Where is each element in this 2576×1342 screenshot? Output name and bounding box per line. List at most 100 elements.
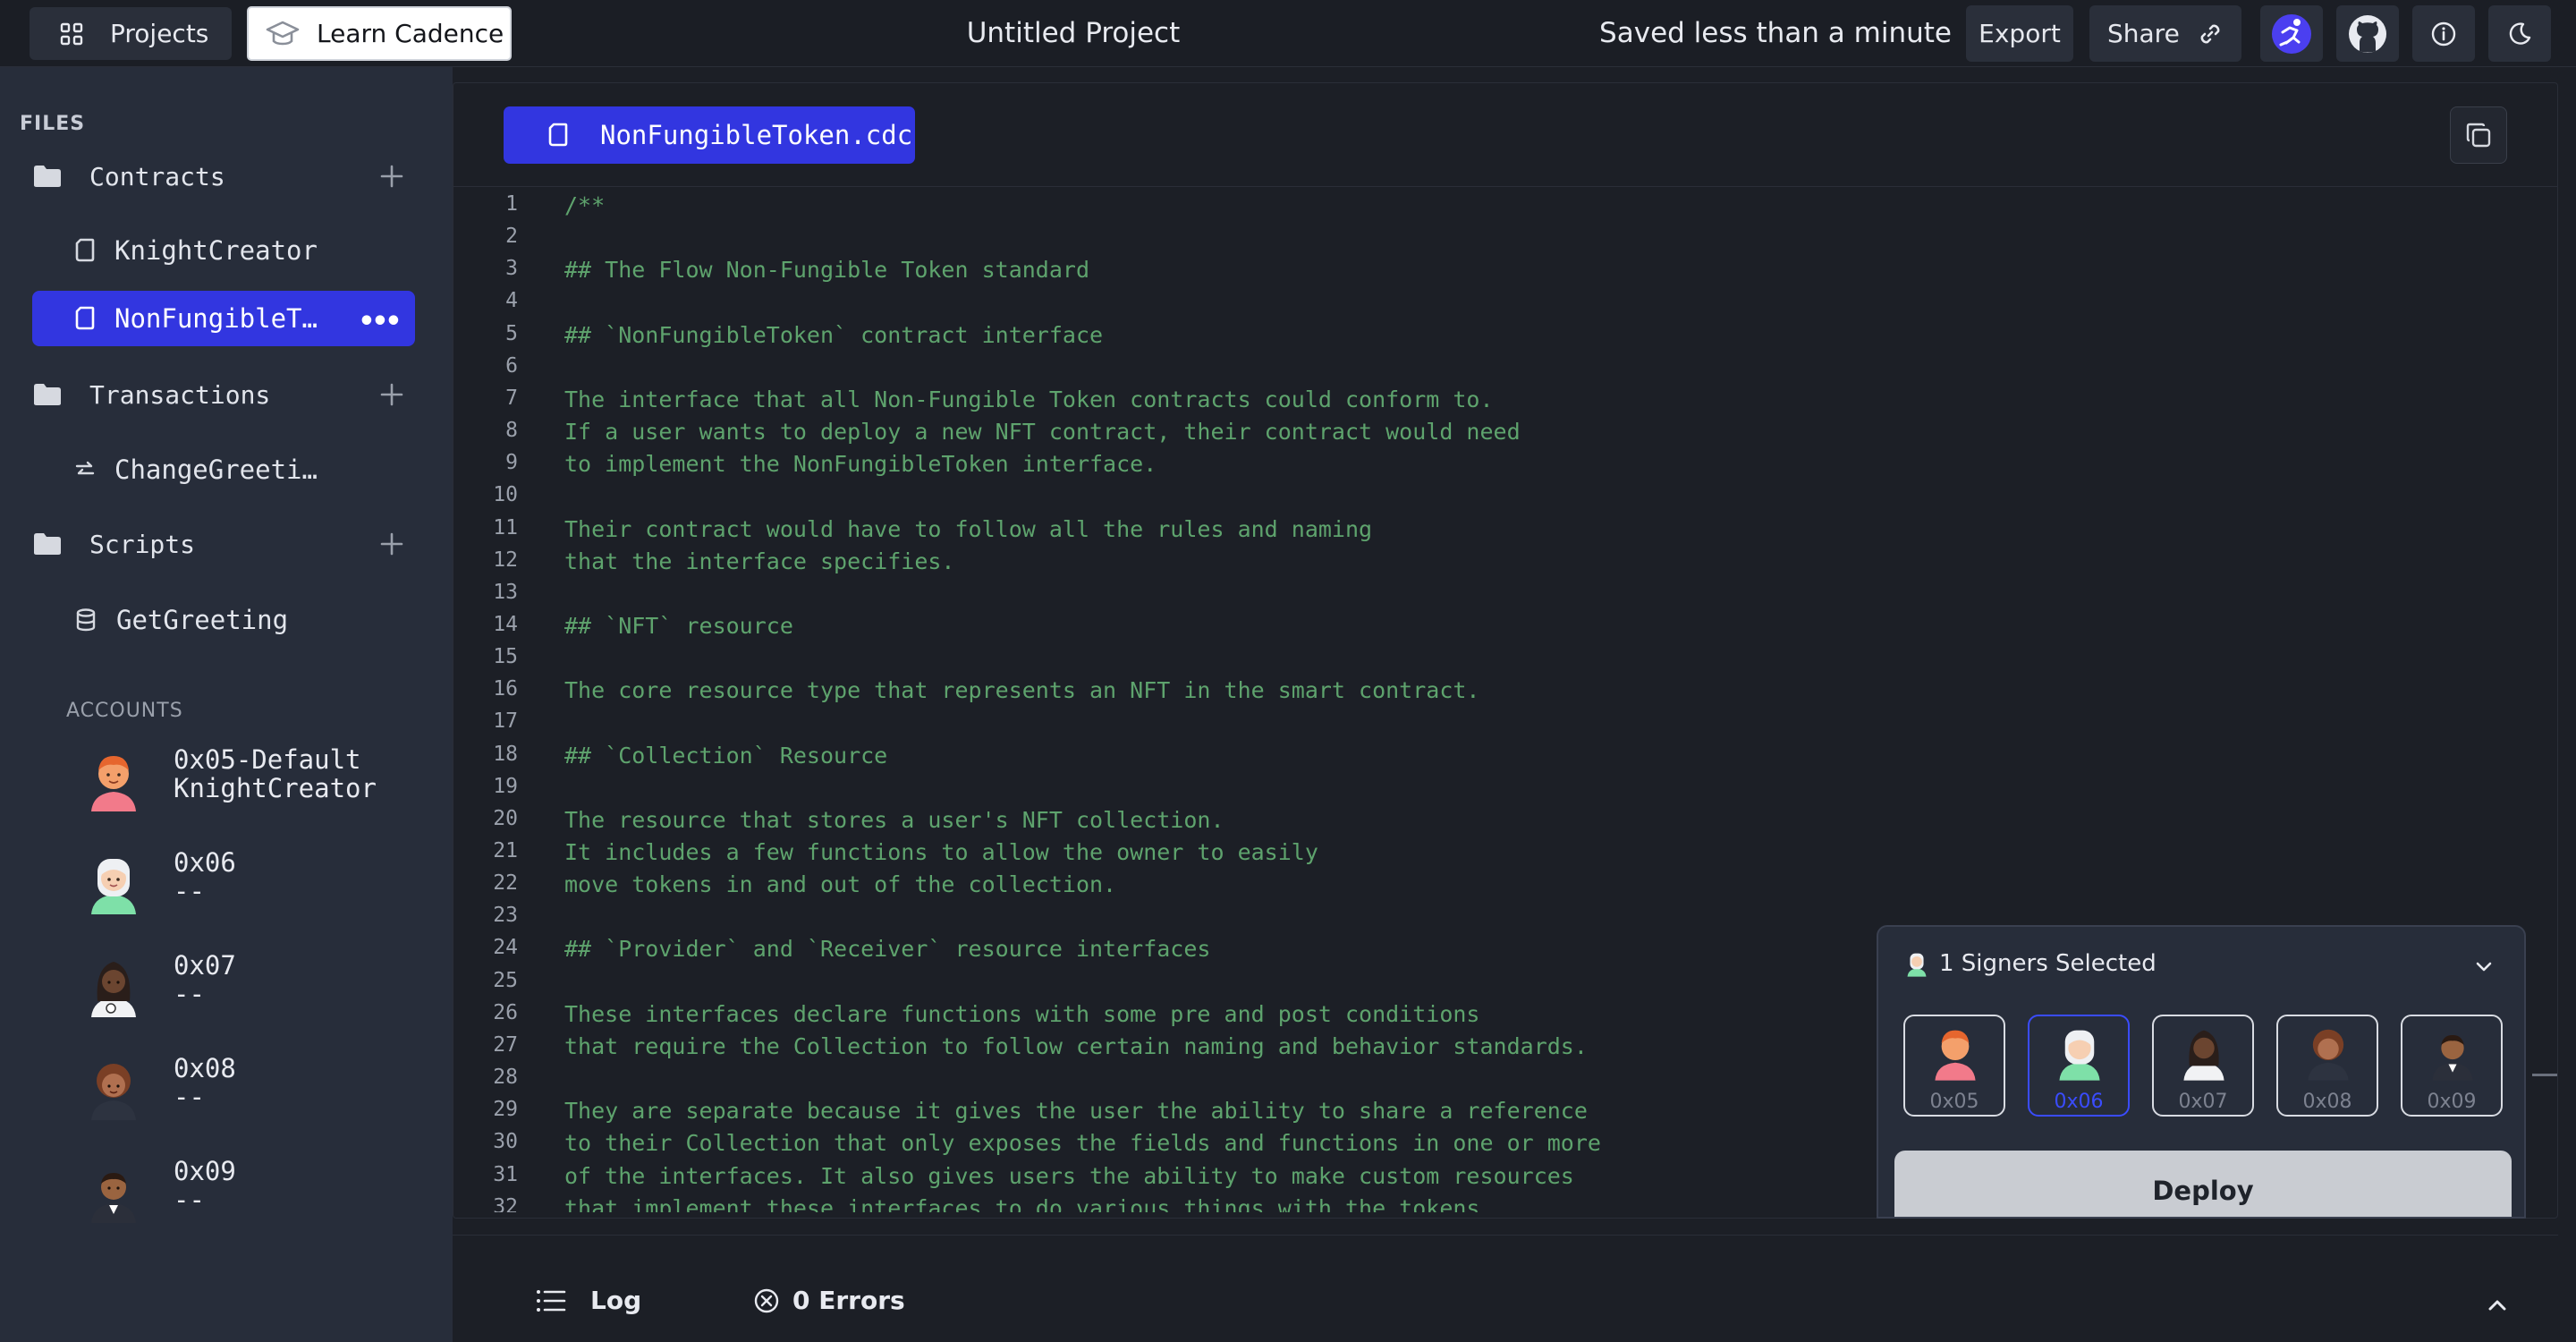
line-number: 19 — [493, 774, 518, 798]
code-line: 6 — [453, 354, 2511, 386]
chevron-up-icon[interactable] — [2483, 1291, 2512, 1320]
account-item[interactable]: 0x08 -- — [86, 1049, 426, 1129]
folder-contracts-label: Contracts — [89, 161, 225, 191]
error-circle-icon — [754, 1288, 779, 1312]
transaction-arrows-icon — [75, 461, 95, 475]
code-text: that require the Collection to follow ce… — [564, 1032, 1588, 1059]
code-text: to their Collection that only exposes th… — [564, 1130, 1601, 1157]
export-button[interactable]: Export — [1966, 5, 2073, 62]
line-number: 26 — [493, 1000, 518, 1024]
code-text: It includes a few functions to allow the… — [564, 839, 1318, 865]
info-button[interactable] — [2412, 5, 2475, 62]
code-line: 15 — [453, 645, 2511, 677]
tab-log[interactable]: Log — [535, 1286, 641, 1315]
folder-contracts[interactable]: Contracts — [32, 149, 408, 203]
runner-button[interactable] — [2260, 5, 2323, 62]
folder-icon — [34, 384, 61, 405]
line-number: 10 — [493, 483, 518, 507]
theme-toggle-button[interactable] — [2488, 5, 2551, 62]
log-label: Log — [590, 1286, 642, 1315]
folder-transactions[interactable]: Transactions — [32, 368, 408, 421]
line-number: 21 — [493, 839, 518, 862]
info-icon — [2431, 21, 2456, 46]
code-text: If a user wants to deploy a new NFT cont… — [564, 419, 1521, 446]
projects-button[interactable]: Projects — [30, 7, 232, 60]
code-line: 17 — [453, 709, 2511, 742]
line-number: 14 — [493, 612, 518, 636]
projects-label: Projects — [110, 19, 209, 48]
account-name: 0x08 -- — [174, 1053, 236, 1112]
account-name: 0x06 -- — [174, 847, 236, 906]
code-line: 8 If a user wants to deploy a new NFT con… — [453, 419, 2511, 451]
code-line: 16 The core resource type that represents… — [453, 677, 2511, 709]
line-number: 12 — [493, 548, 518, 572]
line-number: 4 — [505, 289, 518, 313]
code-text: that implement these interfaces to do va… — [564, 1194, 1494, 1212]
avatar-suit-icon — [2432, 1035, 2473, 1081]
sidebar-item-label: ChangeGreeting — [114, 454, 329, 485]
account-name: 0x09 -- — [174, 1156, 236, 1215]
code-text: Their contract would have to follow all … — [564, 515, 1373, 542]
accounts-heading: ACCOUNTS — [66, 700, 183, 722]
code-line: 11 Their contract would have to follow al… — [453, 516, 2511, 548]
tab-errors[interactable]: 0 Errors — [753, 1286, 905, 1315]
code-text: The resource that stores a user's NFT co… — [564, 806, 1224, 833]
line-number: 17 — [493, 709, 518, 734]
code-line: 20 The resource that stores a user's NFT … — [453, 807, 2511, 839]
line-number: 16 — [493, 677, 518, 701]
add-contract-icon[interactable] — [376, 160, 408, 192]
copy-button[interactable] — [2450, 106, 2507, 164]
grid-icon — [60, 22, 83, 45]
line-number: 24 — [493, 936, 518, 960]
github-button[interactable] — [2336, 5, 2399, 62]
signer-option-0x07[interactable]: 0x07 — [2152, 1015, 2254, 1117]
learn-cadence-button[interactable]: Learn Cadence — [247, 6, 512, 61]
code-line: 1 /** — [453, 192, 2511, 225]
signers-header[interactable]: 1 Signers Selected — [1905, 950, 2157, 977]
project-title[interactable]: Untitled Project — [894, 0, 1252, 67]
account-item[interactable]: 0x05-Default KnightCreator — [86, 740, 426, 820]
sidebar-item-changegreeting[interactable]: ChangeGreeting — [32, 442, 415, 497]
chevron-down-icon[interactable] — [2470, 954, 2497, 981]
add-transaction-icon[interactable] — [376, 378, 408, 411]
sidebar-item-knightcreator[interactable]: KnightCreator — [32, 223, 415, 278]
line-number: 6 — [505, 353, 518, 378]
avatar-brown-curly-icon — [2308, 1029, 2349, 1081]
account-item[interactable]: 0x09 -- — [86, 1151, 426, 1232]
folder-scripts[interactable]: Scripts — [32, 517, 408, 571]
share-label: Share — [2107, 19, 2180, 48]
line-number: 28 — [493, 1066, 518, 1090]
sidebar-item-getgreeting[interactable]: GetGreeting — [32, 592, 415, 648]
signer-option-0x06[interactable]: 0x06 — [2028, 1015, 2130, 1117]
code-line: 9 to implement the NonFungibleToken inter… — [453, 451, 2511, 483]
share-button[interactable]: Share — [2089, 5, 2241, 62]
tab-nonfungibletoken[interactable]: NonFungibleToken.cdc — [504, 106, 915, 164]
sidebar-item-nonfungibletoken[interactable]: NonFungibleToken ••• — [32, 291, 415, 346]
signer-option-0x05[interactable]: 0x05 — [1903, 1015, 2005, 1117]
code-text: The interface that all Non-Fungible Toke… — [564, 386, 1494, 412]
editor-scrollbar[interactable] — [2532, 1074, 2557, 1076]
avatar-suit-icon — [91, 1173, 136, 1223]
avatar-dark-long-hair-icon — [91, 962, 136, 1017]
signer-option-0x08[interactable]: 0x08 — [2276, 1015, 2378, 1117]
flow-runner-icon — [2272, 13, 2311, 54]
line-number: 27 — [493, 1032, 518, 1057]
avatar-white-hair-icon — [91, 859, 136, 914]
more-options-icon[interactable]: ••• — [359, 306, 402, 337]
folder-icon — [34, 166, 61, 187]
signer-option-0x09[interactable]: 0x09 — [2401, 1015, 2503, 1117]
account-item[interactable]: 0x06 -- — [86, 843, 426, 923]
code-line: 13 — [453, 581, 2511, 613]
deploy-button[interactable]: Deploy — [1894, 1151, 2512, 1217]
line-number: 31 — [493, 1162, 518, 1186]
code-line: 3 ## The Flow Non-Fungible Token standard — [453, 257, 2511, 289]
add-script-icon[interactable] — [376, 528, 408, 560]
errors-label: 0 Errors — [792, 1286, 905, 1315]
tab-label: NonFungibleToken.cdc — [600, 120, 913, 150]
code-text: move tokens in and out of the collection… — [564, 871, 1117, 898]
account-item[interactable]: 0x07 -- — [86, 946, 426, 1026]
github-icon — [2349, 14, 2386, 53]
sidebar-item-label: GetGreeting — [116, 605, 289, 635]
moon-icon — [2509, 21, 2531, 45]
folder-transactions-label: Transactions — [89, 379, 271, 410]
